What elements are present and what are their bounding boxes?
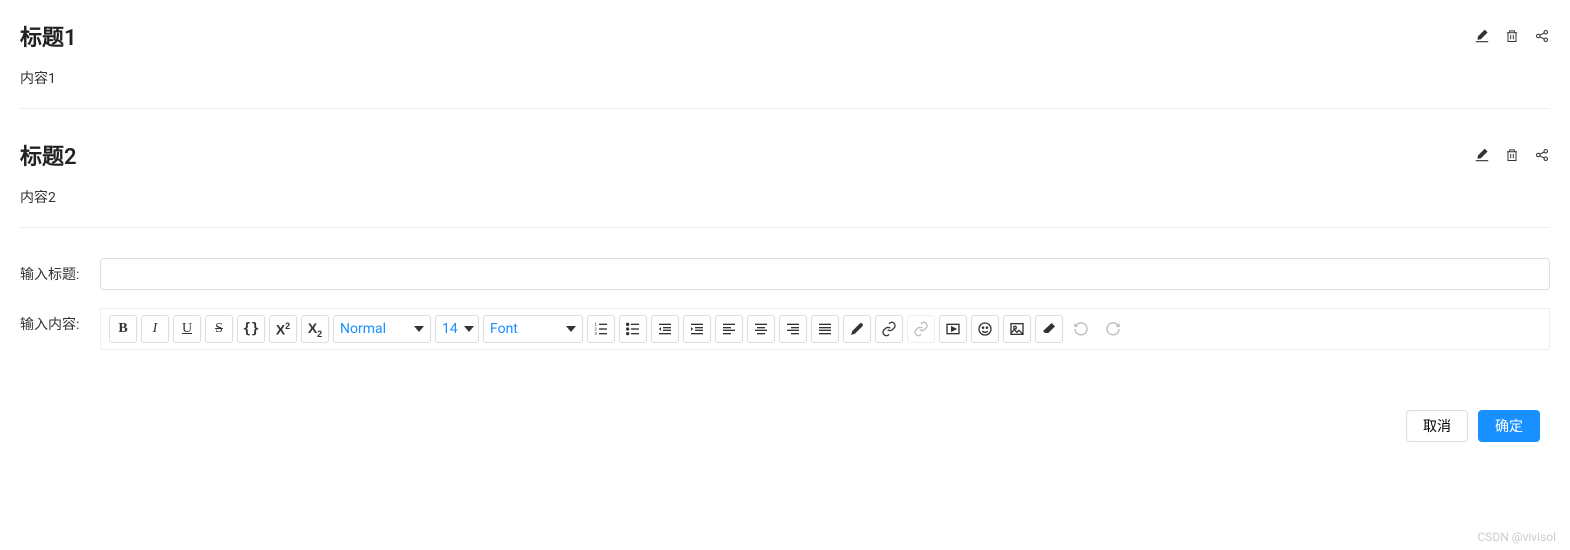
item-actions <box>1474 28 1550 44</box>
item-header: 标题2 <box>20 139 1550 171</box>
strike-button[interactable]: S <box>205 315 233 343</box>
unlink-button[interactable] <box>907 315 935 343</box>
chevron-down-icon <box>566 326 576 332</box>
chevron-down-icon <box>464 326 474 332</box>
watermark: CSDN @vivisol <box>1477 530 1556 544</box>
italic-button[interactable]: I <box>141 315 169 343</box>
align-right-button[interactable] <box>779 315 807 343</box>
item-actions <box>1474 147 1550 163</box>
subscript-button[interactable]: X2 <box>301 315 329 343</box>
undo-button[interactable] <box>1067 315 1095 343</box>
title-row: 输入标题: <box>20 258 1550 290</box>
size-value: 14 <box>442 321 458 337</box>
superscript-button[interactable]: X2 <box>269 315 297 343</box>
title-input[interactable] <box>100 258 1550 290</box>
eraser-button[interactable] <box>1035 315 1063 343</box>
size-select[interactable]: 14 <box>435 315 479 343</box>
delete-icon[interactable] <box>1504 147 1520 163</box>
unordered-list-button[interactable] <box>619 315 647 343</box>
underline-button[interactable]: U <box>173 315 201 343</box>
item-content: 内容2 <box>20 187 1550 207</box>
outdent-button[interactable] <box>651 315 679 343</box>
item-content: 内容1 <box>20 68 1550 88</box>
content-item: 标题2 内容2 <box>20 139 1550 228</box>
svg-text:3: 3 <box>594 331 597 336</box>
video-button[interactable] <box>939 315 967 343</box>
share-icon[interactable] <box>1534 28 1550 44</box>
share-icon[interactable] <box>1534 147 1550 163</box>
color-button[interactable] <box>843 315 871 343</box>
confirm-button[interactable]: 确定 <box>1478 410 1540 442</box>
image-button[interactable] <box>1003 315 1031 343</box>
item-header: 标题1 <box>20 20 1550 52</box>
item-title: 标题1 <box>20 20 77 52</box>
align-justify-button[interactable] <box>811 315 839 343</box>
align-center-button[interactable] <box>747 315 775 343</box>
edit-icon[interactable] <box>1474 147 1490 163</box>
code-button[interactable]: {} <box>237 315 265 343</box>
font-select[interactable]: Font <box>483 315 583 343</box>
form-footer: 取消 确定 <box>20 410 1550 442</box>
delete-icon[interactable] <box>1504 28 1520 44</box>
heading-value: Normal <box>340 321 386 337</box>
font-value: Font <box>490 321 518 337</box>
content-label: 输入内容: <box>20 308 90 334</box>
align-left-button[interactable] <box>715 315 743 343</box>
cancel-button[interactable]: 取消 <box>1406 410 1468 442</box>
editor-toolbar: B I U S {} X2 X2 Normal 14 Font <box>101 309 1549 349</box>
ordered-list-button[interactable]: 123 <box>587 315 615 343</box>
heading-select[interactable]: Normal <box>333 315 431 343</box>
title-label: 输入标题: <box>20 258 90 284</box>
rich-editor: B I U S {} X2 X2 Normal 14 Font <box>100 308 1550 350</box>
item-title: 标题2 <box>20 139 77 171</box>
indent-button[interactable] <box>683 315 711 343</box>
link-button[interactable] <box>875 315 903 343</box>
redo-button[interactable] <box>1099 315 1127 343</box>
chevron-down-icon <box>414 326 424 332</box>
edit-icon[interactable] <box>1474 28 1490 44</box>
emoji-button[interactable] <box>971 315 999 343</box>
content-row: 输入内容: B I U S {} X2 X2 Normal 14 <box>20 308 1550 350</box>
bold-button[interactable]: B <box>109 315 137 343</box>
content-item: 标题1 内容1 <box>20 20 1550 109</box>
